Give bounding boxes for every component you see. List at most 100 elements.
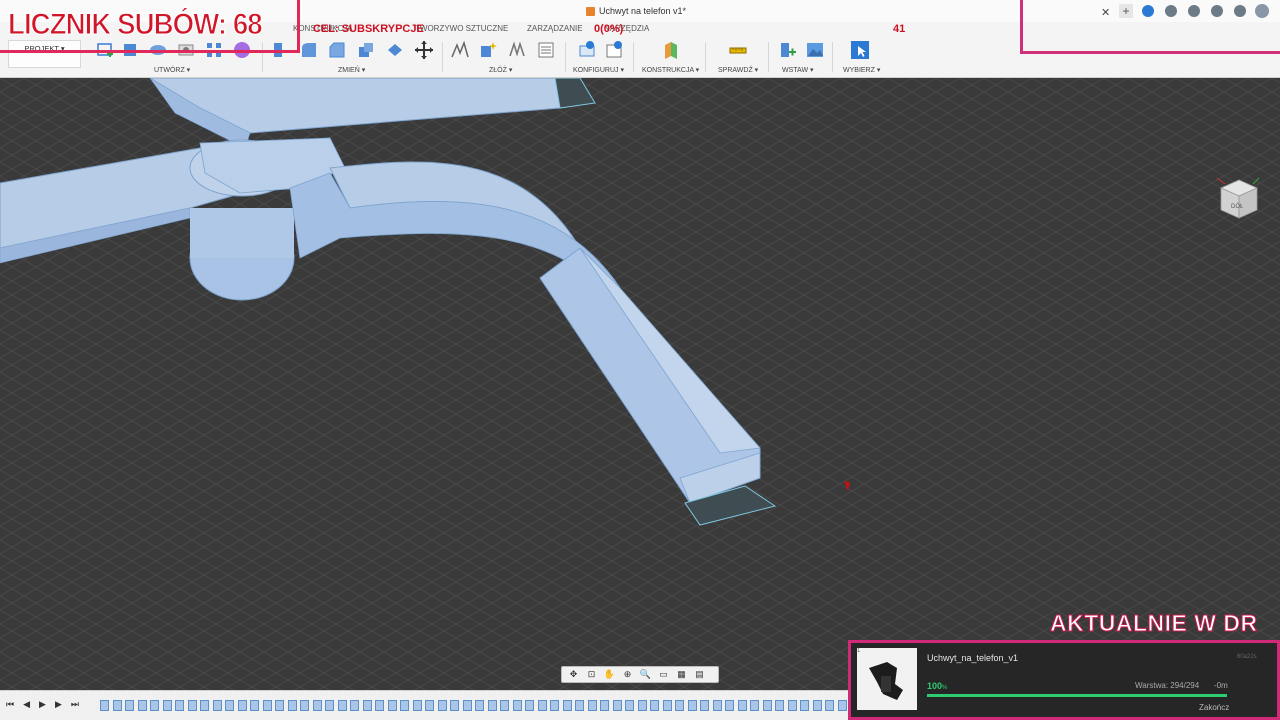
timeline-feature[interactable] [162,700,172,711]
timeline-feature[interactable] [650,700,659,711]
timeline-feature[interactable] [575,700,584,711]
timeline-feature[interactable] [762,700,772,711]
timeline-feature[interactable] [487,700,497,711]
timeline-feature[interactable] [337,700,347,711]
timeline-feature[interactable] [737,700,747,711]
timeline-feature[interactable] [800,700,809,711]
timeline-feature[interactable] [662,700,672,711]
construction-plane-tool[interactable] [661,40,681,60]
workspace-tab[interactable]: ZARZĄDZANIE [527,24,583,33]
timeline-feature[interactable] [137,700,147,711]
fillet-tool[interactable] [299,40,319,60]
bom-tool[interactable] [536,40,556,60]
timeline-feature[interactable] [525,700,534,711]
timeline-feature[interactable] [312,700,322,711]
timeline-feature[interactable] [787,700,797,711]
timeline-control-icon[interactable]: ⏮ [6,699,14,710]
timeline-feature[interactable] [775,700,784,711]
joint-tool[interactable] [478,40,498,60]
view-cube[interactable]: DÓŁ [1213,172,1263,224]
workspace-tab[interactable]: TWORZYWO SZTUCZNE [415,24,508,33]
timeline-feature[interactable] [425,700,434,711]
nav-tool-icon[interactable]: ▭ [656,669,671,680]
timeline-feature[interactable] [625,700,634,711]
rigid-group-tool[interactable] [507,40,527,60]
timeline-feature[interactable] [375,700,384,711]
timeline-feature[interactable] [225,700,234,711]
timeline-control-icon[interactable]: ▶ [39,699,46,710]
nav-tool-icon[interactable]: ⊡ [584,669,599,680]
timeline-feature[interactable] [387,700,397,711]
timeline-feature[interactable] [600,700,609,711]
timeline-feature[interactable] [350,700,359,711]
timeline-feature[interactable] [237,700,247,711]
timeline-feature[interactable] [362,700,372,711]
timeline-feature[interactable] [125,700,134,711]
shell-tool[interactable] [356,40,376,60]
timeline-feature[interactable] [750,700,759,711]
toolbar-group-label[interactable]: SPRAWDŹ ▾ [718,66,758,74]
timeline-feature[interactable] [450,700,459,711]
timeline-feature[interactable] [712,700,722,711]
nav-tool-icon[interactable]: ✥ [566,669,581,680]
insert-derive-tool[interactable] [778,40,798,60]
timeline-feature[interactable] [825,700,834,711]
print-finish-button[interactable]: Zakończ [1199,703,1229,712]
timeline-feature[interactable] [462,700,472,711]
timeline-feature[interactable] [500,700,509,711]
nav-tool-icon[interactable]: ▦ [674,669,689,680]
toolbar-group-label[interactable]: KONSTRUKCJA ▾ [642,66,699,74]
combine-tool[interactable] [385,40,405,60]
parameters-tool[interactable] [604,40,624,60]
new-component-tool[interactable] [450,40,470,60]
timeline-feature[interactable] [587,700,597,711]
timeline-feature[interactable] [437,700,447,711]
timeline-feature[interactable] [637,700,647,711]
timeline-feature[interactable] [550,700,559,711]
timeline-feature[interactable] [200,700,209,711]
toolbar-group-label[interactable]: UTWÓRZ ▾ [154,66,190,74]
timeline-feature[interactable] [287,700,297,711]
toolbar-group-label[interactable]: WSTAW ▾ [782,66,814,74]
measure-tool[interactable] [728,40,748,60]
timeline-feature[interactable] [400,700,409,711]
configure-tool[interactable] [577,40,597,60]
chamfer-tool[interactable] [327,40,347,60]
timeline-feature[interactable] [512,700,522,711]
timeline-feature[interactable] [612,700,622,711]
timeline-feature[interactable] [812,700,822,711]
move-tool[interactable] [414,40,434,60]
nav-tool-icon[interactable]: ▤ [692,669,707,680]
timeline-feature[interactable] [212,700,222,711]
timeline-feature[interactable] [150,700,159,711]
timeline-feature[interactable] [112,700,122,711]
timeline-feature[interactable] [275,700,284,711]
timeline-feature[interactable] [700,700,709,711]
nav-tool-icon[interactable]: ✋ [602,669,617,680]
nav-tool-icon[interactable]: 🔍 [638,669,653,680]
insert-canvas-tool[interactable] [805,40,825,60]
nav-tool-icon[interactable]: ⊕ [620,669,635,680]
timeline-feature[interactable] [300,700,309,711]
3d-viewport[interactable]: DÓŁ [0,78,1280,690]
timeline-feature[interactable] [837,700,847,711]
toolbar-group-label[interactable]: WYBIERZ ▾ [843,66,880,74]
timeline-feature[interactable] [475,700,484,711]
timeline-feature[interactable] [687,700,697,711]
timeline-feature[interactable] [187,700,197,711]
timeline-feature[interactable] [412,700,422,711]
timeline-feature[interactable] [262,700,272,711]
timeline-feature[interactable] [675,700,684,711]
timeline-control-icon[interactable]: ◀ [23,699,30,710]
timeline-feature[interactable] [537,700,547,711]
select-tool[interactable] [850,40,870,60]
toolbar-group-label[interactable]: KONFIGURUJ ▾ [573,66,624,74]
timeline-control-icon[interactable]: ▶ [55,699,62,710]
timeline-feature[interactable] [562,700,572,711]
timeline-feature[interactable] [325,700,334,711]
timeline-control-icon[interactable]: ⏭ [71,699,79,710]
timeline-feature[interactable] [100,700,109,711]
timeline-feature[interactable] [175,700,184,711]
document-tab[interactable]: Uchwyt na telefon v1* [586,6,686,16]
timeline-feature[interactable] [250,700,259,711]
